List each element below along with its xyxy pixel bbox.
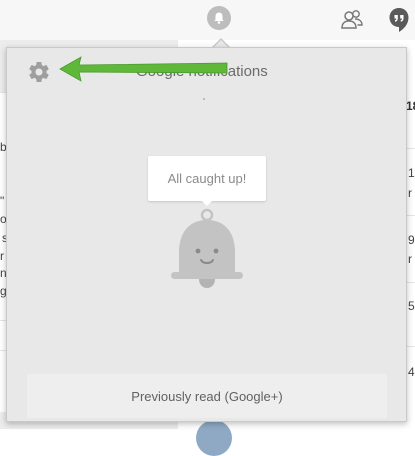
background-text-fragment: 5 xyxy=(408,299,415,313)
bell-mascot-icon xyxy=(171,208,243,288)
divider-dot xyxy=(203,98,205,100)
arrow-annotation-icon xyxy=(59,56,228,82)
hangouts-icon xyxy=(389,8,409,32)
people-share-icon xyxy=(341,10,363,29)
background-text-fragment: r xyxy=(408,252,412,266)
background-text-fragment: 18 xyxy=(406,99,415,113)
empty-state-message: All caught up! xyxy=(148,156,266,201)
background-text-fragment: r xyxy=(0,249,4,263)
background-text-fragment: " xyxy=(0,194,5,208)
background-text-fragment: 4 xyxy=(408,365,415,379)
background-text-fragment: 15 xyxy=(408,166,415,180)
settings-button[interactable] xyxy=(27,60,51,84)
bell-icon xyxy=(214,12,224,24)
share-button[interactable] xyxy=(340,8,364,32)
hangouts-button[interactable] xyxy=(387,7,411,33)
empty-state-message-tail xyxy=(201,200,213,206)
avatar xyxy=(196,420,232,456)
notifications-panel: Google notifications All caught up! Prev… xyxy=(6,47,407,422)
background-text-fragment: r xyxy=(408,186,412,200)
previously-read-button[interactable]: Previously read (Google+) xyxy=(27,374,387,418)
background-text-fragment: 9 xyxy=(408,233,415,247)
gear-icon xyxy=(29,62,49,82)
notifications-bell-button[interactable] xyxy=(207,6,231,30)
